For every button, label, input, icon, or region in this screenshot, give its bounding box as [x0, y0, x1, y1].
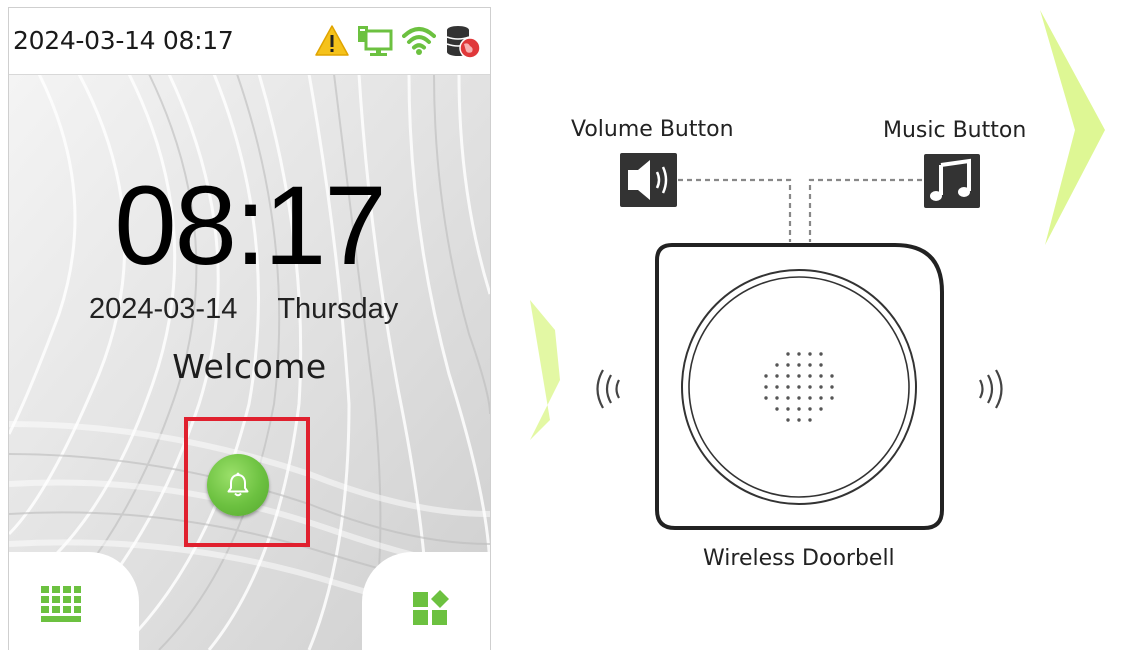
clock-weekday: Thursday — [277, 293, 399, 325]
speaker-icon[interactable] — [620, 153, 677, 207]
main-menu-icon — [413, 590, 449, 625]
database-globe-icon — [446, 26, 481, 59]
status-datetime: 2024-03-14 08:17 — [13, 26, 234, 55]
clock-time: 08:17 — [114, 163, 386, 288]
main-menu-button[interactable] — [362, 552, 490, 650]
clock-date: 2024-03-14 — [89, 293, 238, 325]
doorbell-button[interactable] — [207, 454, 269, 516]
status-icons — [314, 24, 484, 59]
status-bar: 2024-03-14 08:17 — [9, 8, 490, 75]
bell-icon — [227, 472, 249, 497]
clock-date-line: 2024-03-14 Thursday — [89, 293, 398, 326]
network-computer-icon — [358, 26, 393, 56]
music-note-icon[interactable] — [924, 154, 980, 208]
warning-icon — [315, 25, 349, 56]
sound-waves-right — [979, 369, 1003, 409]
sound-waves-left — [596, 369, 620, 409]
wifi-icon — [402, 27, 436, 55]
keypad-icon — [41, 586, 81, 622]
keypad-button[interactable] — [9, 552, 139, 650]
welcome-text: Welcome — [172, 347, 327, 386]
